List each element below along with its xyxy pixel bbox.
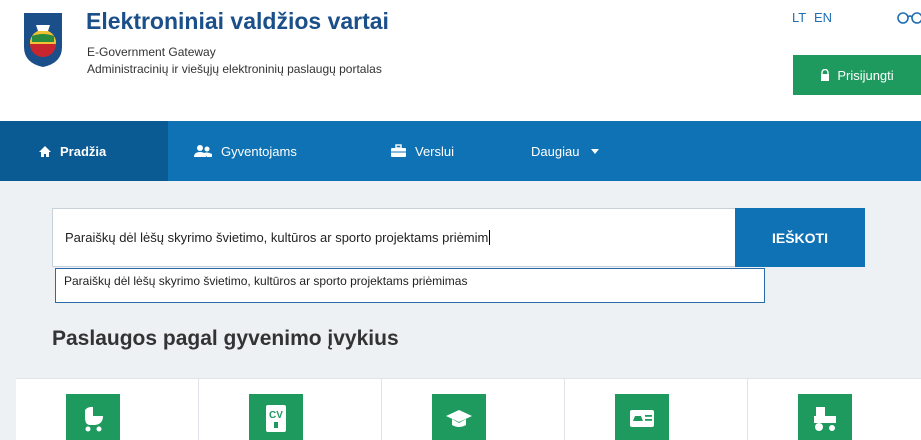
nav-label-more: Daugiau xyxy=(531,143,580,159)
driver-license-icon xyxy=(615,394,669,440)
site-description: Administracinių ir viešųjų elektroninių … xyxy=(87,62,382,76)
card-cv[interactable]: CV xyxy=(199,379,382,440)
logo[interactable] xyxy=(20,9,66,69)
search-input-value: Paraiškų dėl lėšų skyrimo švietimo, kult… xyxy=(65,230,489,245)
nav-item-residents[interactable]: Gyventojams xyxy=(193,121,297,181)
login-button[interactable]: Prisijungti xyxy=(793,55,921,95)
nav-item-more[interactable]: Daugiau xyxy=(531,121,600,181)
search-input[interactable]: Paraiškų dėl lėšų skyrimo švietimo, kult… xyxy=(52,208,736,267)
site-title[interactable]: Elektroniniai valdžios vartai xyxy=(86,8,389,35)
header: Elektroniniai valdžios vartai E-Governme… xyxy=(0,0,921,121)
nav-item-home[interactable]: Pradžia xyxy=(0,121,168,181)
cv-icon: CV xyxy=(249,394,303,440)
baby-carriage-icon xyxy=(66,394,120,440)
nav-label-business: Verslui xyxy=(415,143,455,159)
login-label: Prisijungti xyxy=(837,67,894,83)
lang-lt-link[interactable]: LT xyxy=(792,10,806,25)
briefcase-icon xyxy=(391,144,406,157)
chevron-down-icon xyxy=(591,148,600,154)
section-title: Paslaugos pagal gyvenimo įvykius xyxy=(52,327,399,350)
life-events-cards: CV xyxy=(16,378,921,440)
glasses-icon[interactable] xyxy=(896,8,921,24)
card-education[interactable] xyxy=(382,379,565,440)
site-subtitle: E-Government Gateway xyxy=(87,45,216,59)
nav-item-business[interactable]: Verslui xyxy=(390,121,454,181)
search-suggestion[interactable]: Paraiškų dėl lėšų skyrimo švietimo, kult… xyxy=(55,268,765,303)
home-icon xyxy=(39,145,51,157)
people-icon xyxy=(194,145,212,157)
card-baby[interactable] xyxy=(16,379,199,440)
text-cursor xyxy=(489,230,491,245)
card-transport[interactable] xyxy=(565,379,748,440)
lang-en-link[interactable]: EN xyxy=(814,10,832,25)
search-button[interactable]: IEŠKOTI xyxy=(735,208,865,267)
lock-icon xyxy=(821,69,830,81)
card-agriculture[interactable] xyxy=(748,379,921,440)
svg-text:CV: CV xyxy=(269,410,283,421)
nav-label-residents: Gyventojams xyxy=(221,143,297,159)
tractor-icon xyxy=(798,394,852,440)
main-content: Paraiškų dėl lėšų skyrimo švietimo, kult… xyxy=(0,181,921,440)
nav-label-home: Pradžia xyxy=(60,143,107,159)
graduation-cap-icon xyxy=(432,394,486,440)
main-nav: Pradžia Gyventojams Verslui Daugiau xyxy=(0,121,921,181)
